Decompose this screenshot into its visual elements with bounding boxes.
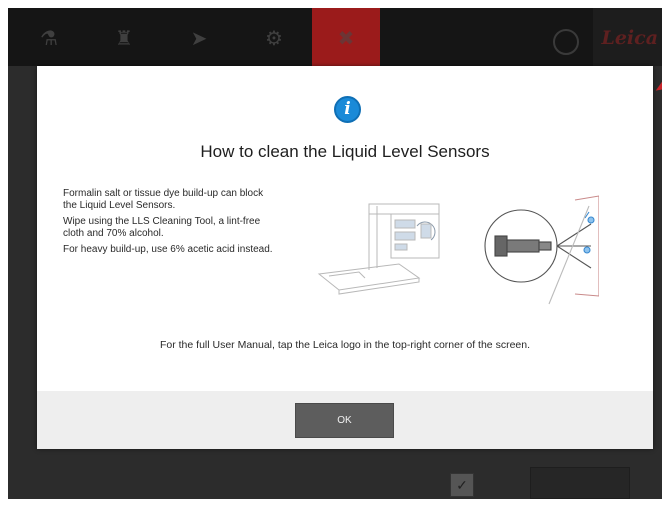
tab-flask[interactable]: ⚗ [18, 8, 80, 66]
instrument-drawing [317, 203, 440, 295]
instructions-text: Formalin salt or tissue dye build-up can… [63, 188, 278, 260]
power-button[interactable] [553, 29, 579, 55]
checkbox[interactable]: ✓ [450, 473, 474, 497]
info-icon: i [334, 96, 361, 123]
tab-settings[interactable]: ⚙ [243, 8, 305, 66]
gear-icon: ⚙ [265, 28, 283, 50]
sensor-cleaning-illustration [317, 195, 599, 305]
leica-logo-button[interactable]: Leica [593, 8, 662, 66]
dialog-title: How to clean the Liquid Level Sensors [200, 142, 490, 161]
status-readout [436, 14, 536, 48]
bottle-icon: ♜ [115, 28, 133, 50]
tab-maintenance[interactable]: ✖ [312, 8, 380, 66]
lls-cleaning-dialog: i How to clean the Liquid Level Sensors … [37, 66, 653, 449]
leica-logo: Leica [601, 27, 658, 49]
instruction-line: Formalin salt or tissue dye build-up can… [63, 188, 264, 211]
tab-transfer[interactable]: ➤ [168, 8, 230, 66]
instruction-line: Wipe using the LLS Cleaning Tool, a lint… [63, 216, 261, 239]
ok-button[interactable]: OK [295, 403, 394, 438]
arrow-icon: ➤ [190, 28, 208, 50]
instruction-line: For heavy build-up, use 6% acetic acid i… [63, 244, 273, 255]
red-arrow-indicator [654, 81, 662, 91]
magnified-sensor-drawing [484, 195, 599, 305]
user-manual-note: For the full User Manual, tap the Leica … [159, 339, 531, 351]
flask-icon: ⚗ [40, 28, 58, 50]
close-button-background[interactable] [530, 467, 630, 499]
dialog-button-bar: OK [37, 391, 653, 449]
top-navigation-bar: ⚗ ♜ ➤ ⚙ ✖ Leica [8, 8, 662, 66]
tab-reagents[interactable]: ♜ [93, 8, 155, 66]
tools-icon: ✖ [337, 28, 355, 50]
